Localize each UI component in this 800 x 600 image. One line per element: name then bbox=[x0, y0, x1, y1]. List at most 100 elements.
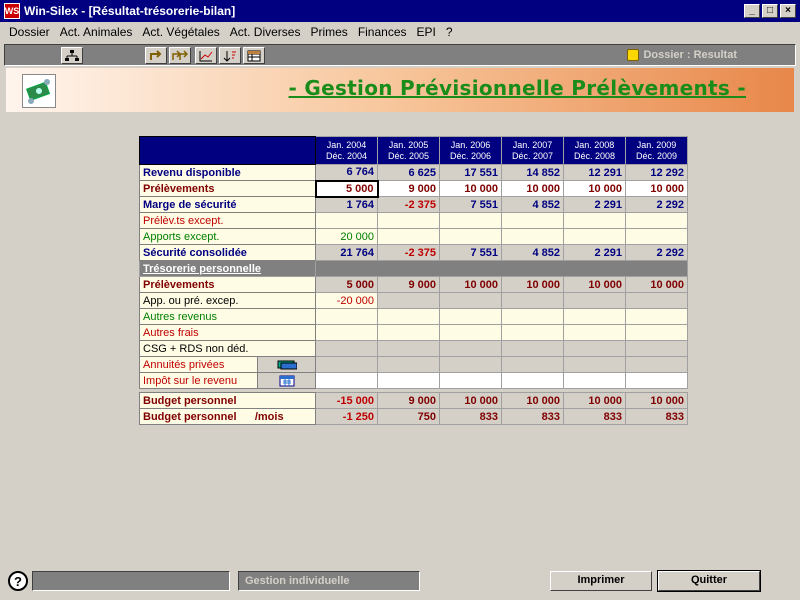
minimize-button[interactable]: _ bbox=[744, 4, 760, 18]
value-cell: 14 852 bbox=[501, 164, 564, 181]
menu-epi[interactable]: EPI bbox=[412, 25, 441, 39]
value-input-cell[interactable] bbox=[625, 212, 688, 229]
value-input-cell[interactable] bbox=[563, 212, 626, 229]
value-input-cell[interactable]: 20 000 bbox=[315, 228, 378, 245]
value-input-cell[interactable]: 10 000 bbox=[563, 180, 626, 197]
value-input-cell[interactable]: 10 000 bbox=[625, 180, 688, 197]
dossier-status-label: Dossier : Resultat bbox=[643, 49, 737, 61]
value-input-cell[interactable] bbox=[377, 228, 440, 245]
value-input-cell[interactable] bbox=[315, 212, 378, 229]
restore-button[interactable]: □ bbox=[762, 4, 778, 18]
menu-dossier[interactable]: Dossier bbox=[4, 25, 55, 39]
value-cell: 10 000 bbox=[501, 392, 564, 409]
table-row: Prélèvements 5 000 9 000 10 000 10 000 10 000… bbox=[139, 276, 688, 293]
value-input-cell[interactable] bbox=[625, 324, 688, 341]
status-bar: ? Gestion individuelle Imprimer Quitter bbox=[0, 568, 800, 598]
redo-arrow-icon[interactable] bbox=[145, 47, 167, 64]
quit-button[interactable]: Quitter bbox=[657, 570, 761, 592]
value-input-cell[interactable] bbox=[439, 212, 502, 229]
value-cell: 833 bbox=[563, 408, 626, 425]
sort-icon[interactable] bbox=[219, 47, 241, 64]
row-label-text: Autres revenus bbox=[143, 310, 217, 323]
value-cell: -15 000 bbox=[315, 392, 378, 409]
row-label-text: Budget personnel bbox=[143, 394, 237, 407]
year-start: Jan. 2008 bbox=[574, 139, 615, 150]
menu-act-diverses[interactable]: Act. Diverses bbox=[225, 25, 306, 39]
help-icon[interactable]: ? bbox=[8, 571, 28, 591]
value-cell bbox=[563, 340, 626, 357]
value-cell: -2 375 bbox=[377, 244, 440, 261]
value-input-cell[interactable] bbox=[625, 372, 688, 389]
value-input-cell[interactable] bbox=[501, 324, 564, 341]
print-button[interactable]: Imprimer bbox=[550, 571, 652, 591]
table-icon[interactable] bbox=[243, 47, 265, 64]
value-input-cell[interactable] bbox=[439, 372, 502, 389]
table-row: App. ou pré. excep. -20 000 bbox=[139, 292, 688, 309]
line-chart-icon[interactable] bbox=[195, 47, 217, 64]
year-end: Déc. 2007 bbox=[511, 150, 554, 161]
value-input-cell[interactable] bbox=[563, 228, 626, 245]
row-label: Marge de sécurité bbox=[139, 196, 316, 213]
value-input-cell[interactable] bbox=[377, 212, 440, 229]
value-input-cell[interactable]: 9 000 bbox=[377, 180, 440, 197]
value-input-cell[interactable] bbox=[563, 324, 626, 341]
value-cell: 6 764 bbox=[315, 164, 378, 181]
value-cell: 2 292 bbox=[625, 244, 688, 261]
menu-act-animales[interactable]: Act. Animales bbox=[55, 25, 138, 39]
value-input-cell[interactable] bbox=[439, 324, 502, 341]
value-input-cell[interactable] bbox=[563, 308, 626, 325]
value-input-cell[interactable] bbox=[625, 228, 688, 245]
value-cell: 833 bbox=[625, 408, 688, 425]
org-chart-icon[interactable] bbox=[61, 47, 83, 64]
row-label: CSG + RDS non déd. bbox=[139, 340, 316, 357]
annuities-icon[interactable] bbox=[257, 357, 315, 372]
menu-act-vegetales[interactable]: Act. Végétales bbox=[137, 25, 224, 39]
menu-primes[interactable]: Primes bbox=[305, 25, 352, 39]
value-input-cell[interactable]: 10 000 bbox=[439, 180, 502, 197]
double-arrow-icon[interactable] bbox=[169, 47, 191, 64]
value-cell: 17 551 bbox=[439, 164, 502, 181]
year-start: Jan. 2007 bbox=[512, 139, 553, 150]
value-cell: 21 764 bbox=[315, 244, 378, 261]
value-input-cell[interactable] bbox=[377, 372, 440, 389]
value-input-cell[interactable] bbox=[377, 324, 440, 341]
value-cell bbox=[439, 292, 502, 309]
forecast-table: Jan. 2004 Déc. 2004 Jan. 2005 Déc. 2005 Jan.… bbox=[139, 136, 688, 425]
menu-help[interactable]: ? bbox=[441, 25, 458, 39]
value-input-cell[interactable] bbox=[439, 228, 502, 245]
row-label: Budget personnel bbox=[139, 392, 316, 409]
value-cell: -1 250 bbox=[315, 408, 378, 425]
year-header: Jan. 2008 Déc. 2008 bbox=[563, 136, 626, 165]
value-cell bbox=[315, 356, 378, 373]
row-label-text: Marge de sécurité bbox=[143, 198, 237, 211]
row-label: Prélèvements bbox=[139, 180, 316, 197]
value-input-cell[interactable] bbox=[377, 308, 440, 325]
calendar-icon[interactable] bbox=[257, 373, 315, 388]
value-input-cell[interactable] bbox=[439, 308, 502, 325]
value-input-cell[interactable]: -20 000 bbox=[315, 292, 378, 309]
value-input-cell[interactable] bbox=[315, 308, 378, 325]
value-input-cell[interactable] bbox=[501, 228, 564, 245]
value-input-cell[interactable] bbox=[563, 372, 626, 389]
toolbar: Dossier : Resultat bbox=[4, 44, 796, 66]
value-input-cell[interactable] bbox=[625, 308, 688, 325]
table-row: Autres revenus bbox=[139, 308, 688, 325]
value-cell: 10 000 bbox=[439, 392, 502, 409]
value-input-cell[interactable] bbox=[315, 372, 378, 389]
table-row: Autres frais bbox=[139, 324, 688, 341]
value-input-cell[interactable]: 10 000 bbox=[501, 180, 564, 197]
value-input-cell[interactable] bbox=[501, 372, 564, 389]
value-input-cell[interactable]: 5 000 bbox=[314, 179, 379, 198]
value-cell: 4 852 bbox=[501, 196, 564, 213]
row-label: Sécurité consolidée bbox=[139, 244, 316, 261]
row-label-text: Sécurité consolidée bbox=[143, 246, 247, 259]
value-input-cell[interactable] bbox=[315, 324, 378, 341]
row-label-text: App. ou pré. excep. bbox=[143, 294, 239, 307]
value-input-cell[interactable] bbox=[501, 308, 564, 325]
close-button[interactable]: × bbox=[780, 4, 796, 18]
value-input-cell[interactable] bbox=[501, 212, 564, 229]
year-start: Jan. 2009 bbox=[636, 139, 677, 150]
row-label-text: Budget personnel /mois bbox=[143, 410, 284, 423]
menu-finances[interactable]: Finances bbox=[353, 25, 412, 39]
row-label-text: Impôt sur le revenu bbox=[143, 374, 238, 387]
